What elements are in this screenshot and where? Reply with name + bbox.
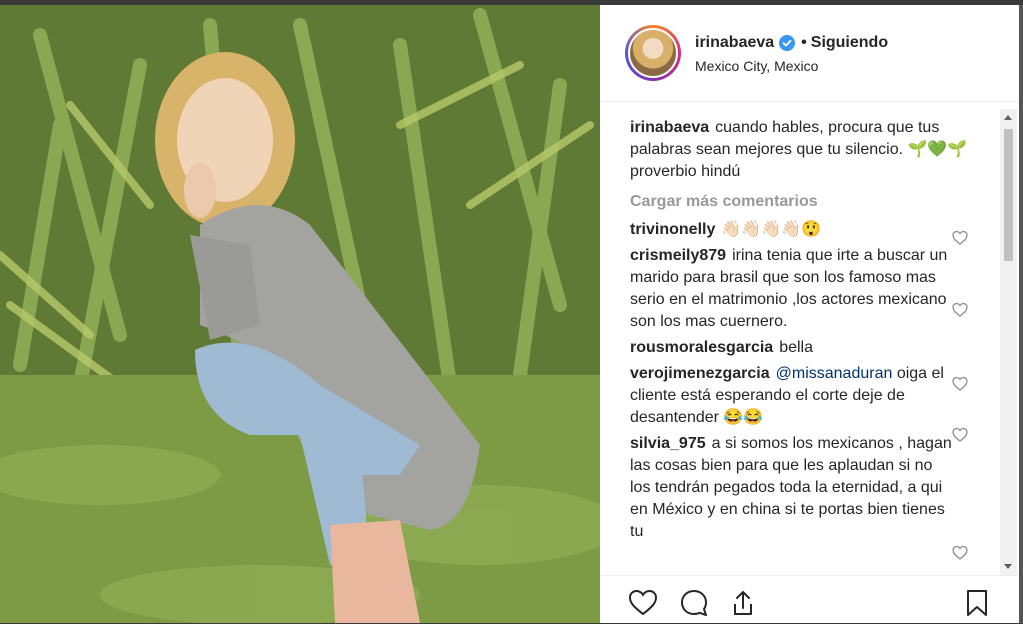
scroll-down-arrow-icon[interactable] — [1004, 564, 1012, 569]
comment-like-heart-icon[interactable] — [952, 230, 968, 246]
comment-like-heart-icon[interactable] — [952, 545, 968, 561]
comment-username[interactable]: trivinonelly — [630, 221, 715, 238]
comment-icon[interactable] — [679, 588, 709, 618]
comment-username[interactable]: rousmoralesgarcia — [630, 339, 773, 356]
comment-item: trivinonelly 👋🏻👋🏻👋🏻👋🏻😲 — [630, 219, 975, 241]
heart-icon[interactable] — [628, 588, 658, 618]
post-details-panel: irinabaeva • Siguiendo Mexico City, Mexi… — [600, 5, 1019, 623]
following-button[interactable]: Siguiendo — [811, 34, 888, 52]
caption: irinabaeva cuando hables, procura que tus… — [630, 117, 975, 183]
caption-username[interactable]: irinabaeva — [630, 119, 709, 136]
scrollbar-thumb[interactable] — [1004, 129, 1013, 261]
comment-like-heart-icon[interactable] — [952, 376, 968, 392]
username-link[interactable]: irinabaeva — [695, 34, 774, 52]
load-more-comments-button[interactable]: Cargar más comentarios — [630, 191, 975, 213]
verified-badge-icon — [779, 35, 796, 51]
comment-text: 👋🏻👋🏻👋🏻👋🏻😲 — [721, 221, 821, 238]
comment-username[interactable]: crismeily879 — [630, 247, 726, 264]
post-photo[interactable] — [0, 5, 600, 623]
comment-username[interactable]: silvia_975 — [630, 435, 706, 452]
comment-item: rousmoralesgarcia bella — [630, 337, 975, 359]
comment-like-heart-icon[interactable] — [952, 427, 968, 443]
share-icon[interactable] — [728, 588, 758, 618]
comment-item: verojimenezgarcia @missanaduran oiga el c… — [630, 363, 975, 429]
location-link[interactable]: Mexico City, Mexico — [695, 58, 818, 74]
post-header: irinabaeva • Siguiendo Mexico City, Mexi… — [600, 5, 1019, 102]
action-bar — [600, 575, 1019, 624]
comments-list[interactable]: irinabaeva cuando hables, procura que tus… — [630, 117, 975, 577]
profile-avatar[interactable] — [625, 25, 681, 81]
avatar-image — [628, 28, 678, 78]
comment-item: crismeily879 irina tenia que irte a busca… — [630, 245, 975, 333]
comment-mention[interactable]: @missanaduran — [776, 365, 893, 382]
comments-scrollbar[interactable] — [1000, 109, 1017, 575]
comment-item: silvia_975 a si somos los mexicanos , hag… — [630, 433, 975, 543]
scroll-up-arrow-icon[interactable] — [1004, 115, 1012, 120]
comment-like-heart-icon[interactable] — [952, 302, 968, 318]
separator-dot: • — [801, 34, 807, 51]
comment-username[interactable]: verojimenezgarcia — [630, 365, 770, 382]
photo-illustration — [0, 5, 600, 623]
bookmark-icon[interactable] — [962, 588, 992, 618]
comment-text: bella — [779, 339, 813, 356]
window-edge — [1019, 5, 1023, 623]
username-row: irinabaeva • Siguiendo — [695, 34, 888, 52]
